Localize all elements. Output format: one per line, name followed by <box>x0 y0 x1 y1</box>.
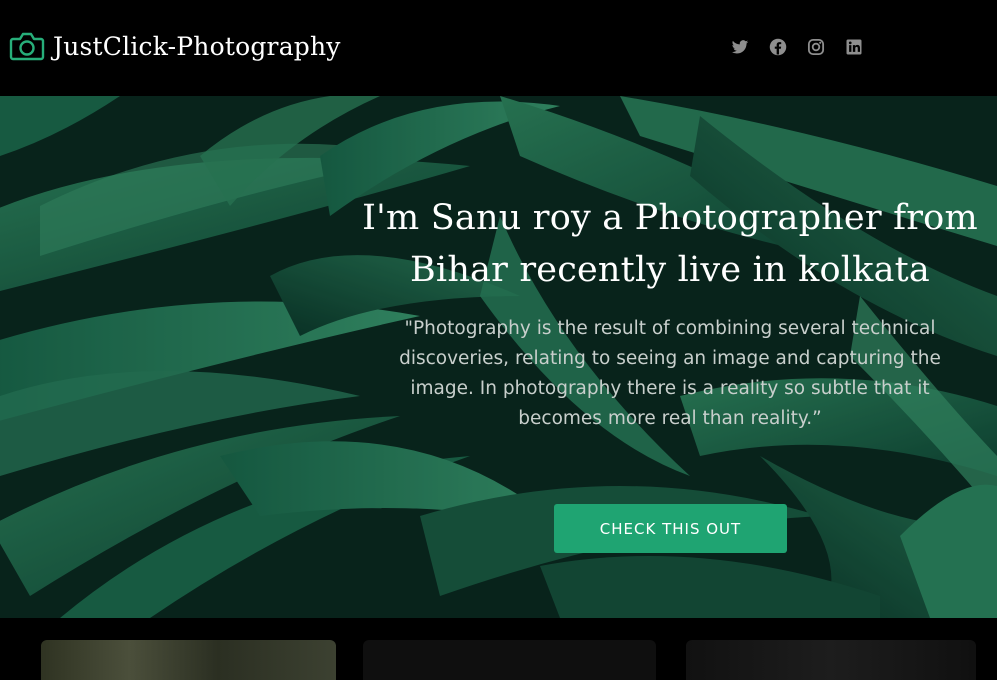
hero-content: I'm Sanu roy a Photographer from Bihar r… <box>360 192 980 434</box>
instagram-link[interactable] <box>806 37 826 57</box>
check-this-out-button[interactable]: CHECK THIS OUT <box>554 504 787 553</box>
brand-link[interactable]: JustClick-Photography <box>9 30 341 62</box>
brand-name: JustClick-Photography <box>53 31 341 61</box>
gallery-section <box>0 618 997 680</box>
facebook-link[interactable] <box>768 37 788 57</box>
facebook-icon <box>769 38 787 56</box>
site-header: JustClick-Photography <box>0 0 997 96</box>
linkedin-link[interactable] <box>844 37 864 57</box>
camera-icon <box>9 32 45 61</box>
twitter-icon <box>731 40 749 54</box>
social-links <box>730 37 864 57</box>
hero-title: I'm Sanu roy a Photographer from Bihar r… <box>362 198 978 290</box>
twitter-link[interactable] <box>730 37 750 57</box>
gallery-card[interactable] <box>41 640 336 680</box>
linkedin-icon <box>846 39 862 55</box>
gallery-card[interactable] <box>686 640 976 680</box>
instagram-icon <box>807 38 825 56</box>
gallery-card[interactable] <box>363 640 656 680</box>
hero-section: I'm Sanu roy a Photographer from Bihar r… <box>0 96 997 618</box>
hero-quote: "Photography is the result of combining … <box>399 318 941 429</box>
